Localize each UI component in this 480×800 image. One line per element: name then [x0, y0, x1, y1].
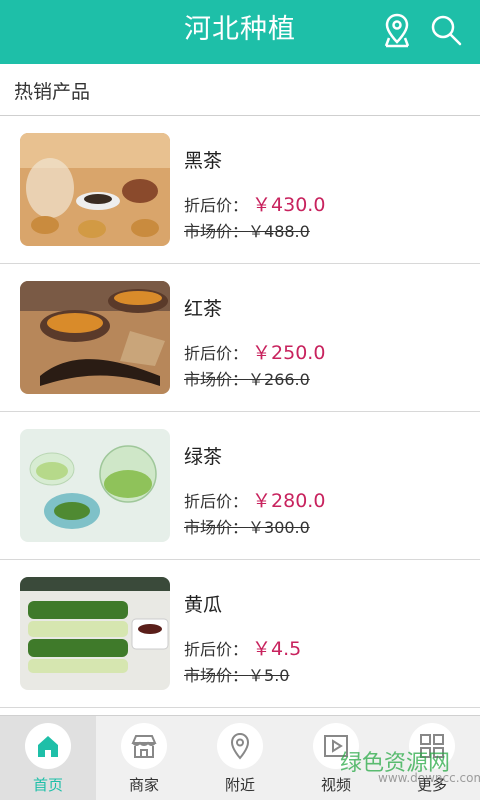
- section-title: 热销产品: [14, 81, 91, 103]
- product-item[interactable]: 红茶 折后价： ￥250.0 市场价：￥266.0: [0, 264, 480, 412]
- market-price: 市场价：￥5.0: [184, 666, 290, 685]
- location-icon: [217, 723, 263, 769]
- market-price: 市场价：￥300.0: [184, 518, 310, 537]
- discount-price: 折后价： ￥4.5: [184, 638, 302, 660]
- product-name: 红茶: [184, 298, 223, 320]
- discount-price: 折后价： ￥430.0: [184, 194, 326, 216]
- product-name: 黑茶: [184, 150, 223, 172]
- product-item[interactable]: 黄瓜 折后价： ￥4.5 市场价：￥5.0: [0, 560, 480, 708]
- section-header: 热销产品: [0, 64, 480, 116]
- nav-label: 商家: [128, 776, 159, 794]
- search-icon[interactable]: [426, 10, 466, 50]
- product-image: [20, 281, 170, 394]
- nav-item-home[interactable]: 首页: [0, 716, 96, 800]
- app-header: 河北种植: [0, 0, 480, 64]
- discount-price: 折后价： ￥250.0: [184, 342, 326, 364]
- nav-label: 视频: [320, 776, 351, 794]
- product-name: 绿茶: [184, 446, 223, 468]
- discount-price: 折后价： ￥280.0: [184, 490, 326, 512]
- nav-label: 首页: [32, 776, 63, 794]
- shop-icon: [121, 723, 167, 769]
- home-icon: [25, 723, 71, 769]
- nav-item-nearby[interactable]: 附近: [192, 716, 288, 800]
- nav-item-shop[interactable]: 商家: [96, 716, 192, 800]
- product-name: 黄瓜: [184, 594, 223, 616]
- product-item[interactable]: 黑茶 折后价： ￥430.0 市场价：￥488.0: [0, 116, 480, 264]
- product-image: [20, 429, 170, 542]
- location-icon[interactable]: [377, 10, 417, 50]
- product-image: [20, 577, 170, 690]
- product-list: 黑茶 折后价： ￥430.0 市场价：￥488.0 红茶 折后价： ￥250.0 市…: [0, 116, 480, 708]
- market-price: 市场价：￥266.0: [184, 370, 310, 389]
- nav-label: 附近: [224, 776, 255, 794]
- product-item[interactable]: 绿茶 折后价： ￥280.0 市场价：￥300.0: [0, 412, 480, 560]
- market-price: 市场价：￥488.0: [184, 222, 310, 241]
- watermark-url: www.downcc.com: [378, 771, 480, 785]
- product-image: [20, 133, 170, 246]
